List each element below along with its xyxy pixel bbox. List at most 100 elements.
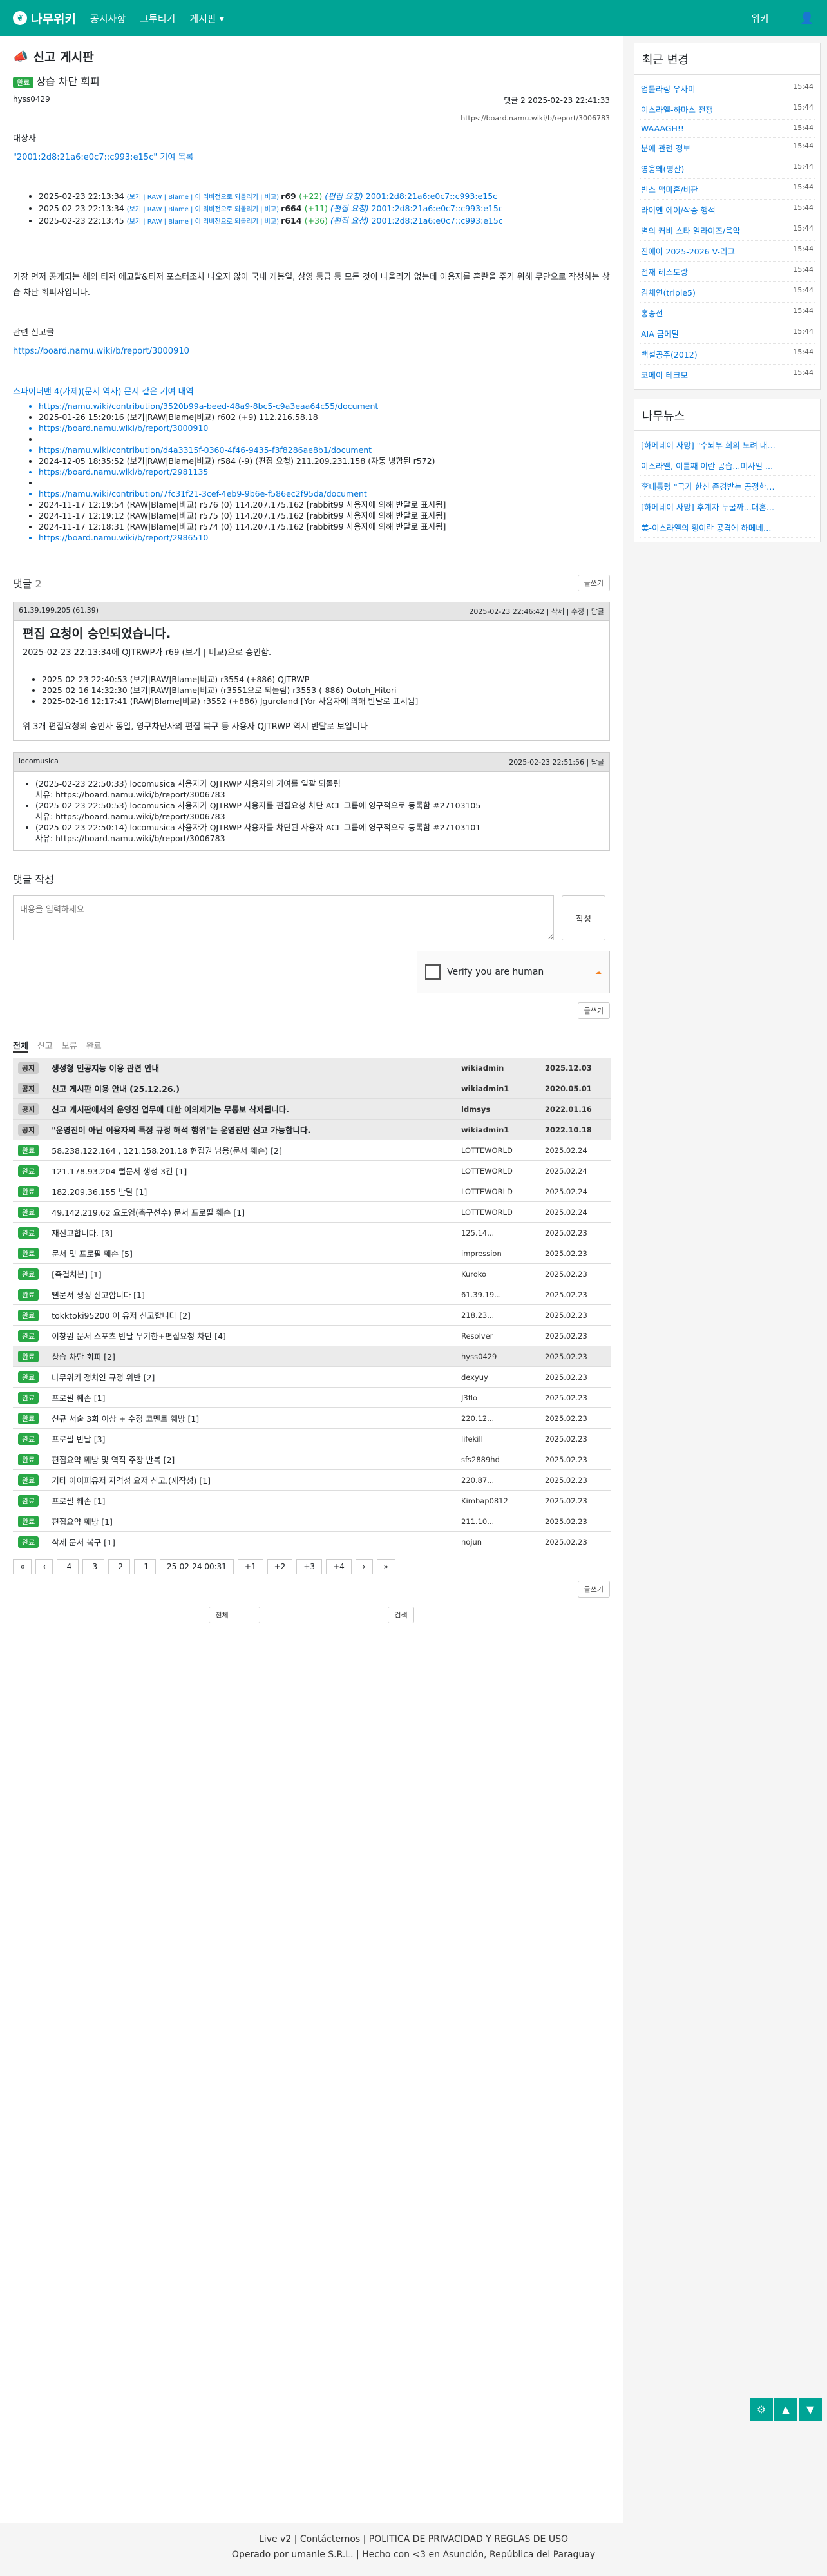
row-title[interactable]: 상습 차단 회피 [2] [46, 1346, 456, 1367]
table-row[interactable]: 완료 프로필 훼손 [1] J3flo 2025.02.23 [13, 1387, 611, 1408]
news-link[interactable]: [하메네이 사망] 후계자 누굴까...대혼란 ... [641, 501, 776, 513]
pager-item[interactable]: « [13, 1559, 32, 1574]
table-row[interactable]: 완료 문서 및 프로필 훼손 [5] impression 2025.02.23 [13, 1243, 611, 1264]
up-icon[interactable]: ▲ [774, 2398, 797, 2421]
down-icon[interactable]: ▼ [799, 2398, 822, 2421]
pager-item[interactable]: -1 [134, 1559, 157, 1574]
recent-link[interactable]: 코메이 테크모 [641, 368, 688, 381]
row-title[interactable]: tokktoki95200 이 유저 신고합니다 [2] [46, 1304, 456, 1326]
recent-link[interactable]: 백설공주(2012) [641, 348, 698, 360]
recent-link[interactable]: 진에어 2025-2026 V-리그 [641, 245, 735, 257]
recent-link[interactable]: 이스라엘-하마스 전쟁 [641, 103, 713, 115]
recent-link[interactable]: 영웅왜(명산) [641, 162, 684, 175]
pager-item[interactable]: › [355, 1559, 373, 1574]
table-row[interactable]: 완료 [즉결처분] [1] Kuroko 2025.02.23 [13, 1263, 611, 1284]
comment-user[interactable]: locomusica [19, 757, 59, 767]
tab-1[interactable]: 신고 [37, 1039, 53, 1053]
logo[interactable]: ❦ 나무위키 [13, 10, 76, 27]
table-row[interactable]: 완료 프로필 반달 [3] lifekill 2025.02.23 [13, 1428, 611, 1449]
history-item[interactable]: https://board.namu.wiki/b/report/2981135 [39, 466, 610, 477]
recent-link[interactable]: 빈스 맥마흔/비판 [641, 183, 698, 195]
history-label[interactable]: 스파이더맨 4(가제)(문서 역사) 문서 같은 기여 내역 [13, 385, 610, 397]
table-row[interactable]: 완료 상습 차단 회피 [2] hyss0429 2025.02.23 [13, 1346, 611, 1367]
row-title[interactable]: 편집요약 훼방 및 역직 주장 반복 [2] [46, 1449, 456, 1470]
row-title[interactable]: 신고 게시판에서의 운영진 업무에 대한 이의제기는 무통보 삭제됩니다. [46, 1098, 456, 1120]
row-title[interactable]: 뻘문서 생성 신고합니다 [1] [46, 1284, 456, 1305]
table-row[interactable]: 완료 신규 서술 3회 이상 + 수정 코멘트 훼방 [1] 220.12... 20… [13, 1407, 611, 1429]
recent-link[interactable]: 별의 커비 스타 얼라이즈/음악 [641, 224, 740, 236]
pager-item[interactable]: -3 [82, 1559, 105, 1574]
write-button[interactable]: 글쓰기 [577, 575, 610, 591]
table-row[interactable]: 완료 58.238.122.164 , 121.158.201.18 현집권 남용… [13, 1140, 611, 1161]
row-title[interactable]: 58.238.122.164 , 121.158.201.18 현집권 남용(문… [46, 1140, 456, 1161]
search-select[interactable]: 전체 [209, 1607, 261, 1623]
table-row[interactable]: 공지 생성형 인공지능 이용 관련 안내 wikiadmin 2025.12.03 [13, 1058, 611, 1078]
captcha-checkbox[interactable] [425, 964, 441, 980]
rev-tools[interactable]: (보기 | RAW | Blame | 이 리비전으로 되돌리기 | 비교) [127, 218, 281, 225]
row-title[interactable]: 생성형 인공지능 이용 관련 안내 [46, 1058, 456, 1078]
submit-button[interactable]: 작성 [562, 895, 605, 940]
table-row[interactable]: 완료 49.142.219.62 요도염(축구선수) 문서 프로필 훼손 [1] L… [13, 1201, 611, 1223]
row-title[interactable]: 프로필 훼손 [1] [46, 1490, 456, 1511]
row-title[interactable]: 나무위키 정치인 규정 위반 [2] [46, 1366, 456, 1388]
table-row[interactable]: 완료 tokktoki95200 이 유저 신고합니다 [2] 218.23... 2… [13, 1304, 611, 1326]
footer-links[interactable]: Live v2 | Contácternos | POLITICA DE PRI… [0, 2532, 827, 2547]
user-icon[interactable]: 👤 [800, 12, 814, 25]
table-row[interactable]: 완료 편집요약 훼방 [1] 211.10... 2025.02.23 [13, 1511, 611, 1532]
news-link[interactable]: 이스라엘, 이틀째 이란 공습...미사일 발공... [641, 459, 776, 472]
row-title[interactable]: 49.142.219.62 요도염(축구선수) 문서 프로필 훼손 [1] [46, 1201, 456, 1223]
recent-link[interactable]: WAAAGH!! [641, 124, 684, 133]
related-link[interactable]: https://board.namu.wiki/b/report/3000910 [13, 347, 610, 356]
rev-number[interactable]: r69 [281, 191, 299, 201]
nav-notice[interactable]: 공지사항 [90, 12, 126, 25]
recent-link[interactable]: 전재 레스토랑 [641, 265, 688, 278]
list-write-button[interactable]: 글쓰기 [577, 1581, 610, 1598]
pager-item[interactable]: +2 [267, 1559, 293, 1574]
tab-0[interactable]: 전체 [13, 1039, 28, 1053]
table-row[interactable]: 완료 나무위키 정치인 규정 위반 [2] dexyuy 2025.02.23 [13, 1366, 611, 1388]
pager-item[interactable]: ‹ [35, 1559, 53, 1574]
table-row[interactable]: 공지 "운영진이 아닌 이용자의 특정 규정 해석 행위"는 운영진만 신고 가능… [13, 1119, 611, 1140]
table-row[interactable]: 완료 121.178.93.204 뻘문서 생성 3건 [1] LOTTEWORLD… [13, 1160, 611, 1181]
nav-board[interactable]: 게시판 ▾ [189, 12, 224, 25]
nav-wiki[interactable]: 위키 [751, 12, 769, 25]
row-title[interactable]: 신고 게시판 이용 안내 (25.12.26.) [46, 1078, 456, 1099]
row-title[interactable]: 삭제 문서 복구 [1] [46, 1531, 456, 1552]
recent-link[interactable]: 분에 관련 정보 [641, 142, 690, 154]
row-title[interactable]: 재신고합니다. [3] [46, 1222, 456, 1243]
comment-reply[interactable]: 답글 [591, 758, 604, 767]
recent-link[interactable]: 업툴라링 우사미 [641, 82, 695, 95]
tab-2[interactable]: 보류 [62, 1039, 77, 1053]
rev-ip[interactable]: 2001:2d8:21a6:e0c7::c993:e15c [366, 191, 497, 201]
table-row[interactable]: 완료 182.209.36.155 반달 [1] LOTTEWORLD 2025.02… [13, 1181, 611, 1202]
write-button-2[interactable]: 글쓰기 [577, 1002, 610, 1019]
table-row[interactable]: 공지 신고 게시판에서의 운영진 업무에 대한 이의제기는 무통보 삭제됩니다. l… [13, 1098, 611, 1120]
pager-item[interactable]: -4 [57, 1559, 79, 1574]
pager-item[interactable]: 25-02-24 00:31 [160, 1559, 234, 1574]
history-item[interactable]: https://board.namu.wiki/b/report/2986510 [39, 532, 610, 543]
row-title[interactable]: 이창원 문서 스포츠 반달 무기한+편집요청 차단 [4] [46, 1325, 456, 1346]
row-title[interactable]: "운영진이 아닌 이용자의 특정 규정 해석 행위"는 운영진만 신고 가능합니… [46, 1119, 456, 1140]
row-title[interactable]: 121.178.93.204 뻘문서 생성 3건 [1] [46, 1160, 456, 1181]
row-title[interactable]: 182.209.36.155 반달 [1] [46, 1181, 456, 1202]
settings-icon[interactable]: ⚙ [750, 2398, 773, 2421]
rev-number[interactable]: r614 [281, 216, 305, 225]
comment-input[interactable] [13, 895, 554, 940]
table-row[interactable]: 공지 신고 게시판 이용 안내 (25.12.26.) wikiadmin1 2020… [13, 1078, 611, 1099]
pager-item[interactable]: -2 [108, 1559, 131, 1574]
post-author[interactable]: hyss0429 [13, 95, 50, 106]
rev-ip[interactable]: 2001:2d8:21a6:e0c7::c993:e15c [372, 216, 503, 225]
table-row[interactable]: 완료 삭제 문서 복구 [1] nojun 2025.02.23 [13, 1531, 611, 1552]
recent-link[interactable]: AIA 금메달 [641, 327, 679, 339]
rev-tools[interactable]: (보기 | RAW | Blame | 이 리비전으로 되돌리기 | 비교) [127, 194, 281, 201]
pager-item[interactable]: » [376, 1559, 395, 1574]
search-input[interactable] [263, 1607, 386, 1623]
row-title[interactable]: 프로필 반달 [3] [46, 1428, 456, 1449]
target-link[interactable]: "2001:2d8:21a6:e0c7::c993:e15c" 기여 목록 [13, 150, 610, 162]
recent-link[interactable]: 김채연(triple5) [641, 286, 696, 298]
row-title[interactable]: 문서 및 프로필 훼손 [5] [46, 1243, 456, 1264]
row-title[interactable]: [즉결처분] [1] [46, 1263, 456, 1284]
table-row[interactable]: 완료 재신고합니다. [3] 125.14... 2025.02.23 [13, 1222, 611, 1243]
table-row[interactable]: 완료 프로필 훼손 [1] Kimbap0812 2025.02.23 [13, 1490, 611, 1511]
row-title[interactable]: 신규 서술 3회 이상 + 수정 코멘트 훼방 [1] [46, 1407, 456, 1429]
